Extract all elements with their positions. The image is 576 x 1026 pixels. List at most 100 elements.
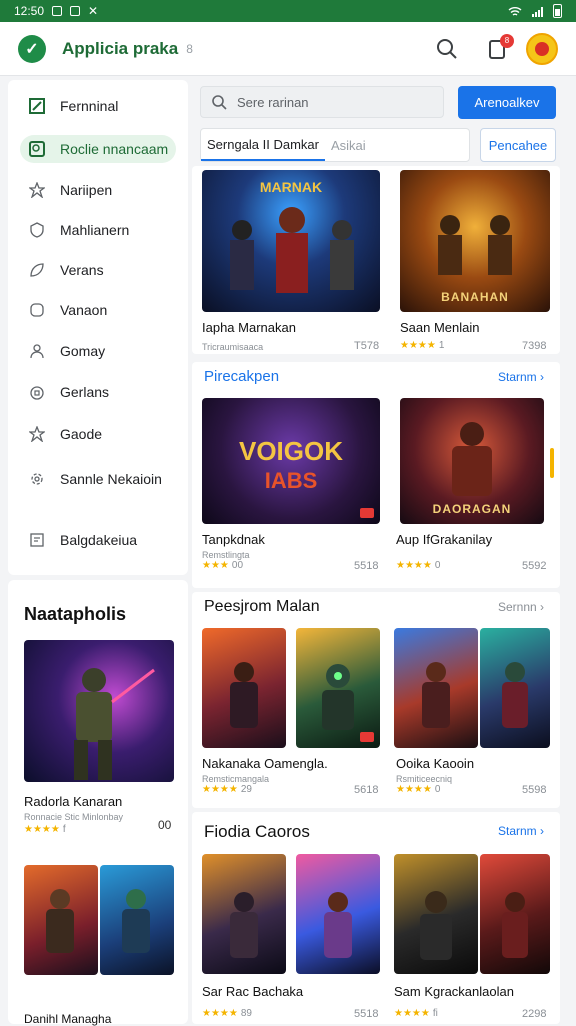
section-2-card-2-caption: DAORAGAN <box>432 502 512 516</box>
section-3-card-2-art-a[interactable] <box>394 628 478 748</box>
star-icon: ★★★ <box>202 560 229 571</box>
sidebar-item-label: Gerlans <box>60 384 110 400</box>
star-outline-icon <box>28 425 46 443</box>
section-4-card-1-title[interactable]: Sar Rac Bachaka <box>202 984 303 999</box>
section-3-see-all[interactable]: Sernnn › <box>498 600 544 614</box>
section-3-card-1-art-a[interactable] <box>202 628 286 748</box>
promo-card-1-art[interactable] <box>24 640 174 782</box>
section-3-card-1-title[interactable]: Nakanaka Oamengla. <box>202 756 328 771</box>
primary-action-button[interactable]: Arenoalkev <box>458 86 556 119</box>
tab-serngala[interactable]: Serngala II Damkar <box>201 129 325 161</box>
section-4-card-1-num: 5518 <box>354 1008 379 1020</box>
section-2-card-1-sub: Remstlingta <box>202 550 250 560</box>
featured-card-2-caption: BANAHAN <box>441 290 509 304</box>
promo-card-2-art-a[interactable] <box>24 865 98 975</box>
featured-card-1-sub: Tricraumisaaca <box>202 342 264 352</box>
signal-icon <box>532 6 543 17</box>
section-4-card-2-art-a[interactable] <box>394 854 478 974</box>
section-2-card-1-art[interactable]: VOIGOK IABS <box>202 398 380 524</box>
avatar[interactable] <box>526 32 558 65</box>
status-bar: 12:50 ✕ <box>0 0 576 22</box>
mute-icon: ✕ <box>88 4 99 18</box>
clock: 12:50 <box>14 4 45 18</box>
featured-card-2-rating: ★★★★ 1 <box>400 340 444 351</box>
rating-value: 0 <box>434 560 441 571</box>
sidebar-item-roclie[interactable]: Roclie nnancaam <box>20 135 176 163</box>
star-icon: ★★★★ <box>394 1008 430 1019</box>
tablet-icon <box>28 97 46 115</box>
section-3-card-2-art-b[interactable] <box>480 628 550 748</box>
section-4-card-2-art-b[interactable] <box>480 854 550 974</box>
scroll-indicator[interactable] <box>550 448 554 478</box>
promo-card-1-title[interactable]: Radorla Kanaran <box>24 794 122 809</box>
star-icon: ★★★★ <box>396 784 432 795</box>
search-button[interactable] <box>430 32 464 66</box>
sidebar-item-nariipen[interactable]: Nariipen <box>20 176 176 204</box>
featured-card-1-title[interactable]: Iapha Marnakan <box>202 320 296 335</box>
notification-badge: 8 <box>500 33 514 48</box>
shield-icon <box>28 221 46 239</box>
sidebar-item-sannle[interactable]: Sannle Nekaioin <box>20 465 176 493</box>
see-all-label: Starnm <box>498 370 537 384</box>
sidebar-item-gaode[interactable]: Gaode <box>20 420 176 448</box>
section-2-card-2-art[interactable]: DAORAGAN <box>400 398 544 524</box>
sidebar-item-label: Nariipen <box>60 182 113 198</box>
sidebar-item-gerlans[interactable]: Gerlans <box>20 378 176 406</box>
section-4-card-1-art-b[interactable] <box>296 854 380 974</box>
section-4-see-all[interactable]: Starnm › <box>498 824 544 838</box>
section-4-title: Fiodia Caoros <box>204 822 310 841</box>
notifications-button[interactable]: 8 <box>480 32 514 66</box>
promo-card-2-art-b[interactable] <box>100 865 174 975</box>
sidebar-item-fernninal[interactable]: Fernninal <box>20 92 176 120</box>
rating-value: fi <box>432 1008 438 1019</box>
section-2-card-1-num: 5518 <box>354 560 379 572</box>
section-3-card-1-rating: ★★★★ 29 <box>202 784 252 795</box>
sidebar: Fernninal Roclie nnancaam Nariipen Mahli… <box>8 80 188 575</box>
brute-figure <box>420 891 452 960</box>
document-icon <box>28 531 46 549</box>
battery-icon <box>553 4 562 18</box>
ranger-figure <box>502 662 528 728</box>
wifi-icon <box>508 6 522 16</box>
warrior-figure <box>46 889 74 953</box>
section-2-card-2-title[interactable]: Aup IfGrakanilay <box>396 532 492 547</box>
app-logo-check-icon[interactable]: ✓ <box>18 34 46 63</box>
featured-card-2-art[interactable]: BANAHAN <box>400 170 550 312</box>
section-3-card-2-title[interactable]: Ooika Kaooin <box>396 756 474 771</box>
rating-value: 0 <box>434 784 441 795</box>
section-3-card-1-art-b[interactable] <box>296 628 380 748</box>
card-tag <box>360 732 374 742</box>
app-subtitle: 8 <box>186 41 193 56</box>
hero-figure <box>122 889 150 953</box>
soldier-figure <box>74 668 155 780</box>
avatar-icon <box>535 41 549 56</box>
team-heroes-figure: MARNAK <box>230 179 354 293</box>
section-2-see-all[interactable]: Starnm › <box>498 370 544 384</box>
featured-card-2-title[interactable]: Saan Menlain <box>400 320 480 335</box>
phone-icon <box>28 301 46 319</box>
search-input[interactable]: Sere rarinan <box>200 86 444 118</box>
sidebar-item-label: Gaode <box>60 426 103 442</box>
rating-value: f <box>62 824 66 835</box>
sidebar-item-vanaon[interactable]: Vanaon <box>20 296 176 324</box>
search-icon <box>437 38 457 59</box>
chevron-right-icon: › <box>540 824 545 838</box>
card-tag <box>360 508 374 518</box>
see-all-label: Starnm <box>498 824 537 838</box>
section-4-card-2-title[interactable]: Sam Kgrackanlaolan <box>394 984 514 999</box>
section-3-card-2-sub: Rsmiticeecniq <box>396 774 453 784</box>
sidebar-item-gomay[interactable]: Gomay <box>20 337 176 365</box>
section-2-card-1-title[interactable]: Tanpkdnak <box>202 532 265 547</box>
section-2-card-2-rating: ★★★★ 0 <box>396 560 440 571</box>
sidebar-item-balgdakeiua[interactable]: Balgdakeiua <box>20 526 176 554</box>
sidebar-item-label: Balgdakeiua <box>60 532 138 548</box>
section-4-card-1-art-a[interactable] <box>202 854 286 974</box>
sidebar-item-mahlianern[interactable]: Mahlianern <box>20 216 176 244</box>
featured-card-1-art[interactable]: MARNAK <box>202 170 380 312</box>
tab-asikai[interactable]: Asikai <box>325 129 372 161</box>
tab-action-button[interactable]: Pencahee <box>480 128 556 162</box>
fighter-figure <box>230 662 258 728</box>
sidebar-item-verans[interactable]: Verans <box>20 256 176 284</box>
game-logo-figure: VOIGOKIABS <box>239 436 343 493</box>
sidebar-item-label: Sannle Nekaioin <box>60 471 162 487</box>
